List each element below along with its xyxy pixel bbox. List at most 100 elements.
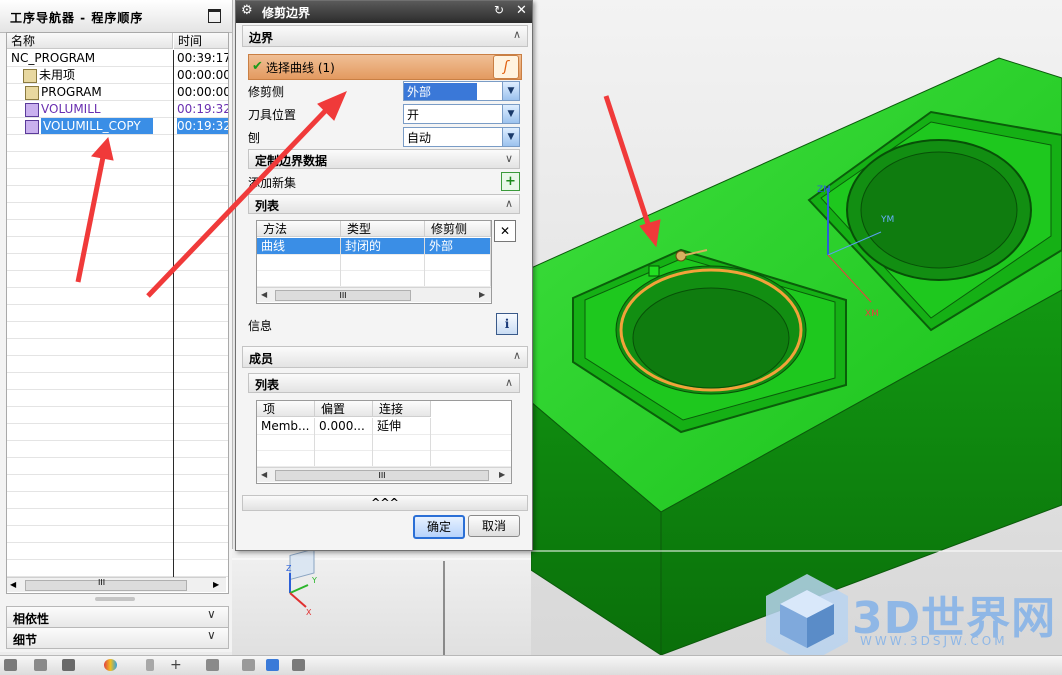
column-divider[interactable] (173, 50, 174, 577)
list-cell: 0.000... (315, 418, 373, 434)
chevron-up-icon[interactable]: ∧ (505, 376, 513, 389)
scroll-left-icon[interactable]: ◀ (10, 578, 16, 592)
list-cell (315, 434, 373, 450)
dropdown-arrow-icon[interactable]: ▼ (502, 128, 519, 146)
table-row (7, 441, 228, 458)
table-row (7, 254, 228, 271)
column-header[interactable]: 类型 (341, 221, 425, 237)
color-wheel-icon[interactable] (104, 659, 117, 671)
clipboard-icon[interactable] (266, 659, 279, 671)
section-members[interactable]: 成员 ∧ (242, 346, 528, 368)
plane-select[interactable]: 自动 ▼ (403, 127, 520, 147)
chevron-up-icon[interactable]: ∧ (505, 197, 513, 210)
column-header-name[interactable]: 名称 (7, 33, 173, 49)
table-row (7, 169, 228, 186)
column-header[interactable]: 项 (257, 401, 315, 417)
render-style-icon[interactable] (62, 659, 75, 671)
section-boundary-label: 边界 (249, 31, 274, 45)
column-header[interactable]: 修剪侧 (425, 221, 491, 237)
table-row (7, 407, 228, 424)
crosshair-icon[interactable]: + (170, 658, 183, 672)
column-header-time[interactable]: 时间 (174, 33, 228, 49)
splitter-handle[interactable] (95, 597, 135, 601)
triad-y-label: Y (311, 576, 317, 585)
curve-icon[interactable]: ʃ (493, 55, 519, 79)
section-boundary[interactable]: 边界 ∧ (242, 25, 528, 47)
measure-icon[interactable] (242, 659, 255, 671)
navigator-horizontal-scrollbar[interactable]: ◀ III ▶ (7, 577, 226, 592)
panel-dependencies[interactable]: 相依性 ∨ (6, 606, 229, 628)
panel-details[interactable]: 细节 ∨ (6, 627, 229, 649)
select-curve-row[interactable]: ✔ 选择曲线 (1) ʃ (248, 54, 522, 80)
scroll-right-icon[interactable]: ▶ (499, 468, 505, 482)
snap-point-icon[interactable] (4, 659, 17, 671)
tool-position-value: 开 (407, 108, 420, 122)
operation-time: 00:19:32 (177, 102, 229, 116)
column-header[interactable]: 偏置 (315, 401, 373, 417)
add-new-set-icon[interactable]: + (501, 172, 520, 191)
more-options-toggle[interactable]: ^^^ (242, 495, 528, 511)
members-list-scrollbar[interactable]: ◀ III ▶ (257, 467, 511, 482)
dialog-title-bar[interactable]: ⚙ 修剪边界 ↻ ✕ (236, 1, 532, 23)
chevron-down-icon[interactable]: ∨ (207, 607, 216, 621)
dropdown-arrow-icon[interactable]: ▼ (502, 82, 519, 100)
tool-icon[interactable] (206, 659, 219, 671)
graphics-window[interactable]: ZM YM XM (531, 0, 1062, 655)
section-members-list[interactable]: 列表 ∧ (248, 373, 520, 393)
cube-icon[interactable] (292, 659, 305, 671)
scroll-thumb[interactable]: III (275, 470, 489, 481)
section-custom-boundary-data[interactable]: 定制边界数据 ∨ (248, 149, 520, 169)
plane-value: 自动 (407, 131, 432, 145)
chevron-up-icon[interactable]: ∧ (513, 349, 521, 362)
column-header[interactable]: 方法 (257, 221, 341, 237)
graphics-window-lower[interactable]: Z Y X (232, 549, 531, 655)
part-model[interactable]: ZM YM XM (531, 0, 1062, 655)
table-row (7, 509, 228, 526)
list-cell (257, 270, 341, 286)
trim-side-value: 外部 (404, 83, 478, 100)
link-icon[interactable] (146, 659, 154, 671)
scroll-left-icon[interactable]: ◀ (261, 288, 267, 302)
reset-icon[interactable]: ↻ (494, 3, 504, 17)
gear-icon[interactable]: ⚙ (241, 3, 253, 18)
axis-z-label: ZM (817, 185, 831, 195)
remove-icon[interactable]: ✕ (494, 220, 516, 242)
members-list-label: 列表 (255, 378, 280, 392)
table-row (7, 271, 228, 288)
list-cell: 外部 (425, 238, 491, 254)
list-cell (373, 434, 431, 450)
info-icon[interactable]: i (496, 313, 518, 335)
maximize-icon[interactable] (208, 9, 221, 23)
scroll-thumb[interactable]: III (25, 578, 187, 591)
scroll-right-icon[interactable]: ▶ (479, 288, 485, 302)
scroll-thumb[interactable]: III (275, 290, 411, 301)
ok-button[interactable]: 确定 (413, 515, 465, 539)
cancel-button[interactable]: 取消 (468, 515, 520, 537)
table-row[interactable]: NC_PROGRAM 00:39:17 (7, 50, 228, 67)
chevron-up-icon[interactable]: ∧ (513, 28, 521, 41)
chevron-down-icon[interactable]: ∨ (207, 628, 216, 642)
view-icon[interactable] (34, 659, 47, 671)
column-header[interactable]: 连接 (373, 401, 431, 417)
chevron-down-icon[interactable]: ∨ (505, 152, 513, 165)
list-item[interactable]: 曲线 封闭的 外部 (257, 238, 491, 255)
view-triad-icon (289, 549, 315, 608)
triad-x-label: X (306, 608, 312, 617)
scroll-left-icon[interactable]: ◀ (261, 468, 267, 482)
dropdown-arrow-icon[interactable]: ▼ (502, 105, 519, 123)
select-curve-label: 选择曲线 (1) (266, 61, 335, 75)
table-row[interactable]: VOLUMILL 00:19:32 (7, 101, 228, 118)
table-row[interactable]: PROGRAM 00:00:00 (7, 84, 228, 101)
tool-position-select[interactable]: 开 ▼ (403, 104, 520, 124)
list-item (257, 434, 511, 451)
list-item[interactable]: Memb... 0.000... 延伸 (257, 418, 511, 435)
add-new-set-label: 添加新集 (248, 176, 297, 190)
section-list[interactable]: 列表 ∧ (248, 194, 520, 214)
table-row[interactable]: VOLUMILL_COPY 00:19:32 (7, 118, 228, 135)
close-icon[interactable]: ✕ (516, 3, 527, 18)
boundary-list-scrollbar[interactable]: ◀ III ▶ (257, 287, 491, 302)
trim-side-select[interactable]: 外部 ▼ (403, 81, 520, 101)
table-row (7, 543, 228, 560)
scroll-right-icon[interactable]: ▶ (213, 578, 219, 592)
table-row[interactable]: 未用项 00:00:00 (7, 67, 228, 84)
